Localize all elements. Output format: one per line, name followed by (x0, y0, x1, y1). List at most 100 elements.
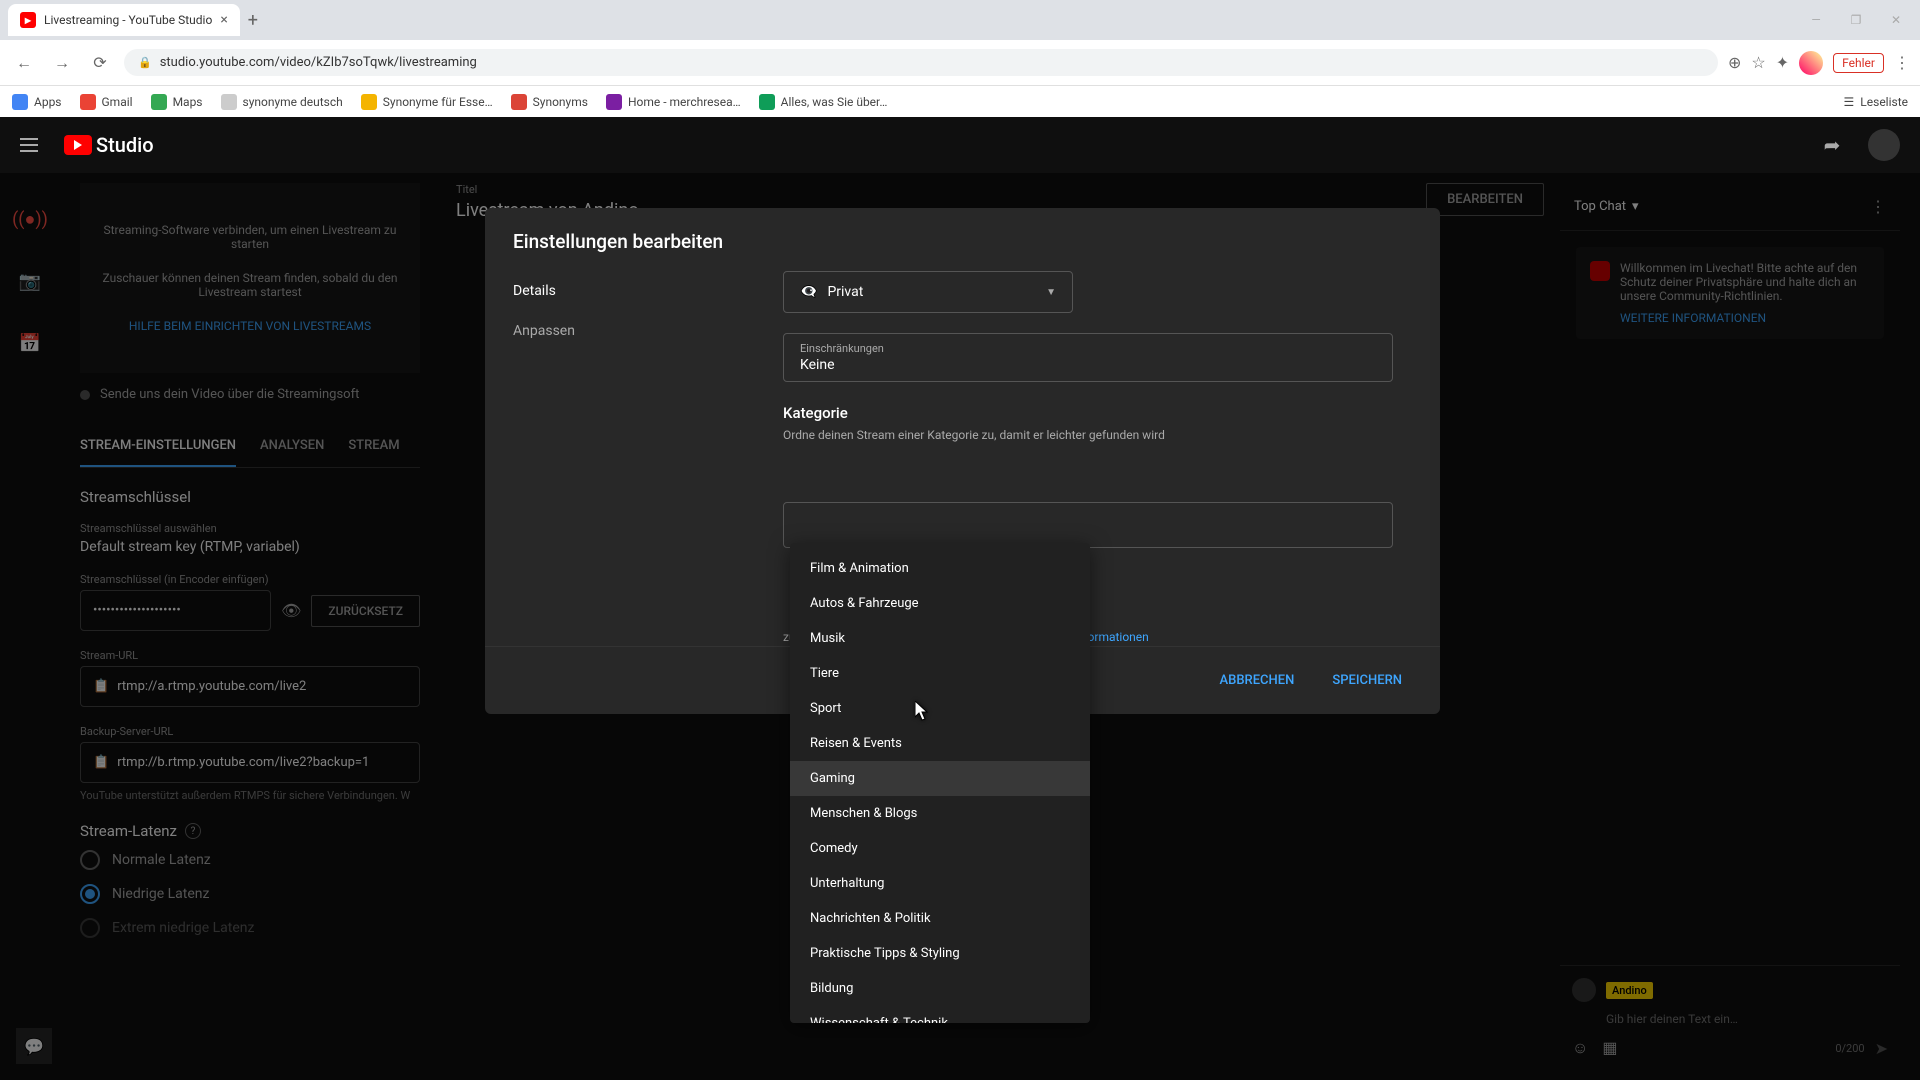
restrictions-input[interactable]: Einschränkungen Keine (783, 333, 1393, 382)
list-icon: ☰ (1844, 95, 1855, 109)
stream-icon[interactable]: ((●)) (14, 203, 46, 235)
maximize-icon[interactable]: ❐ (1840, 6, 1872, 34)
copy-icon[interactable]: 📋 (93, 755, 109, 770)
extensions-icon[interactable]: ✦ (1776, 53, 1789, 72)
share-icon[interactable]: ➦ (1816, 129, 1848, 161)
chat-menu-icon[interactable]: ⋮ (1870, 197, 1886, 216)
webcam-icon[interactable]: 📷 (14, 265, 46, 297)
modal-title: Einstellungen bearbeiten (485, 208, 1440, 271)
more-info-link[interactable]: WEITERE INFORMATIONEN (1620, 311, 1870, 325)
back-icon[interactable]: ← (10, 49, 38, 77)
window-controls: — ❐ ✕ (1800, 6, 1920, 34)
category-option[interactable]: Comedy (790, 831, 1090, 866)
category-select-hidden[interactable] (783, 502, 1393, 548)
latency-title: Stream-Latenz (80, 822, 177, 840)
help-link[interactable]: HILFE BEIM EINRICHTEN VON LIVESTREAMS (129, 319, 371, 333)
status-row: Sende uns dein Video über die Streamings… (80, 373, 420, 416)
chat-panel: Top Chat ▾ ⋮ Willkommen im Livechat! Bit… (1560, 183, 1900, 1070)
lock-icon: 🔒 (138, 56, 152, 69)
category-option[interactable]: Menschen & Blogs (790, 796, 1090, 831)
copy-icon[interactable]: 📋 (93, 679, 109, 694)
reset-button[interactable]: ZURÜCKSETZ (311, 595, 420, 627)
close-window-icon[interactable]: ✕ (1880, 6, 1912, 34)
category-option[interactable]: Autos & Fahrzeuge (790, 586, 1090, 621)
chevron-down-icon: ▼ (1046, 287, 1056, 298)
hamburger-icon[interactable] (20, 133, 44, 157)
category-option[interactable]: Bildung (790, 971, 1090, 1006)
bookmark-synonyms[interactable]: Synonyms (511, 94, 588, 110)
category-option-gaming[interactable]: Gaming (790, 761, 1090, 796)
category-dropdown: Film & Animation Autos & Fahrzeuge Musik… (790, 543, 1090, 1023)
menu-icon[interactable]: ⋮ (1894, 53, 1910, 72)
reload-icon[interactable]: ⟳ (86, 49, 114, 77)
stream-key-section: Streamschlüssel Streamschlüssel auswähle… (80, 488, 420, 802)
category-option[interactable]: Sport (790, 691, 1090, 726)
stream-tabs: STREAM-EINSTELLUNGEN ANALYSEN STREAM (80, 426, 420, 468)
category-option[interactable]: Reisen & Events (790, 726, 1090, 761)
edit-button[interactable]: BEARBEITEN (1426, 183, 1544, 216)
cancel-button[interactable]: ABBRECHEN (1206, 663, 1309, 698)
chat-tab-selector[interactable]: Top Chat ▾ (1574, 199, 1639, 214)
reading-list[interactable]: ☰Leseliste (1844, 95, 1908, 109)
send-icon[interactable]: ➤ (1875, 1039, 1888, 1058)
radio-icon (80, 850, 100, 870)
category-option[interactable]: Praktische Tipps & Styling (790, 936, 1090, 971)
youtube-icon (1590, 261, 1610, 281)
category-option[interactable]: Nachrichten & Politik (790, 901, 1090, 936)
forward-icon[interactable]: → (48, 49, 76, 77)
star-icon[interactable]: ☆ (1751, 53, 1765, 72)
char-counter: 0/200 (1835, 1042, 1864, 1055)
latency-normal[interactable]: Normale Latenz (80, 850, 420, 870)
feedback-icon[interactable]: 💬 (16, 1028, 52, 1064)
modal-tab-customize[interactable]: Anpassen (513, 311, 765, 351)
url-input[interactable]: 🔒 studio.youtube.com/video/kZIb7soTqwk/l… (124, 49, 1718, 76)
poll-icon[interactable]: ▦ (1602, 1038, 1617, 1058)
chat-header: Top Chat ▾ ⋮ (1560, 183, 1900, 231)
channel-avatar[interactable] (1868, 129, 1900, 161)
bookmark-maps[interactable]: Maps (151, 94, 203, 110)
browser-tab[interactable]: ▶ Livestreaming - YouTube Studio × (8, 4, 240, 36)
bookmark-apps[interactable]: Apps (12, 94, 62, 110)
category-option[interactable]: Film & Animation (790, 551, 1090, 586)
latency-ultra-low[interactable]: Extrem niedrige Latenz (80, 918, 420, 938)
browser-chrome: ▶ Livestreaming - YouTube Studio × + — ❐… (0, 0, 1920, 85)
stream-url-input[interactable]: 📋 rtmp://a.rtmp.youtube.com/live2 (80, 666, 420, 707)
bookmark-synonyme2[interactable]: Synonyme für Esse… (361, 94, 493, 110)
tab-stream-settings[interactable]: STREAM-EINSTELLUNGEN (80, 426, 236, 467)
bookmark-merch[interactable]: Home - merchresea… (606, 94, 741, 110)
close-tab-icon[interactable]: × (220, 12, 227, 28)
error-badge[interactable]: Fehler (1833, 53, 1884, 73)
youtube-studio-logo[interactable]: Studio (64, 133, 154, 157)
bookmark-gmail[interactable]: Gmail (80, 94, 133, 110)
calendar-icon[interactable]: 📅 (14, 327, 46, 359)
install-icon[interactable]: ⊕ (1728, 53, 1741, 72)
key-select-value[interactable]: Default stream key (RTMP, variabel) (80, 539, 420, 555)
latency-low[interactable]: Niedrige Latenz (80, 884, 420, 904)
help-icon[interactable]: ? (185, 823, 201, 839)
profile-avatar[interactable] (1799, 51, 1823, 75)
category-option[interactable]: Unterhaltung (790, 866, 1090, 901)
radio-icon (80, 918, 100, 938)
save-button[interactable]: SPEICHERN (1318, 663, 1416, 698)
new-tab-button[interactable]: + (248, 10, 258, 31)
privacy-select[interactable]: 👁‍🗨 Privat ▼ (783, 271, 1073, 313)
tab-analytics[interactable]: ANALYSEN (260, 426, 324, 467)
chat-input[interactable] (1572, 1008, 1762, 1030)
stream-url-label: Stream-URL (80, 649, 420, 662)
category-option[interactable]: Tiere (790, 656, 1090, 691)
bookmark-alles[interactable]: Alles, was Sie über… (759, 94, 888, 110)
category-option[interactable]: Wissenschaft & Technik (790, 1006, 1090, 1023)
bookmark-synonyme[interactable]: synonyme deutsch (221, 94, 343, 110)
tab-stream[interactable]: STREAM (348, 426, 399, 467)
stream-key-input[interactable]: •••••••••••••••••••• (80, 590, 271, 631)
emoji-icon[interactable]: ☺ (1572, 1038, 1588, 1058)
modal-tab-details[interactable]: Details (513, 271, 765, 311)
backup-url-input[interactable]: 📋 rtmp://b.rtmp.youtube.com/live2?backup… (80, 742, 420, 783)
tab-title: Livestreaming - YouTube Studio (44, 13, 212, 27)
modal-sidebar: Details Anpassen (485, 271, 765, 646)
category-desc: Ordne deinen Stream einer Kategorie zu, … (783, 428, 1412, 442)
category-option[interactable]: Musik (790, 621, 1090, 656)
chat-welcome-message: Willkommen im Livechat! Bitte achte auf … (1576, 247, 1884, 339)
minimize-icon[interactable]: — (1800, 6, 1832, 34)
visibility-icon[interactable]: 👁 (281, 601, 301, 620)
